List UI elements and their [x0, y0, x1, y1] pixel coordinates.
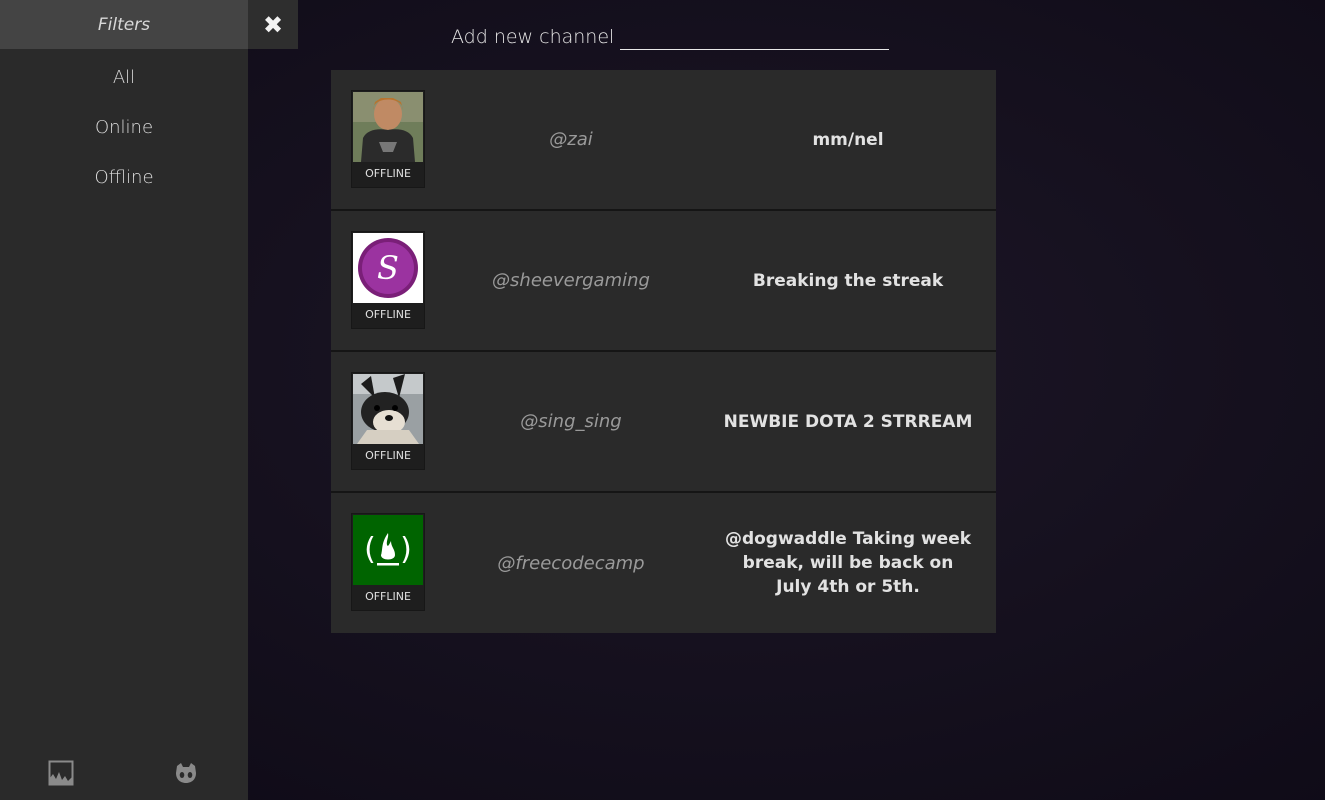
- status-badge: OFFLINE: [365, 449, 411, 462]
- filter-online[interactable]: Online: [0, 102, 248, 152]
- channel-title: mm/nel: [812, 129, 884, 150]
- portfolio-icon[interactable]: [48, 760, 74, 786]
- channel-logo-box[interactable]: OFFLINE: [351, 372, 425, 470]
- freecodecamp-logo: ( ): [353, 515, 423, 585]
- filters-title: Filters: [97, 14, 151, 35]
- svg-text:): ): [400, 532, 412, 567]
- close-sidebar-button[interactable]: ✖: [248, 0, 298, 49]
- channel-row[interactable]: OFFLINE @sing_sing NEWBIE DOTA 2 STRREAM: [331, 352, 996, 493]
- svg-text:S: S: [377, 249, 399, 287]
- channel-logo-box[interactable]: ( ) OFFLINE: [351, 513, 425, 611]
- channel-row[interactable]: ( ) OFFLINE @freecodecamp @dogwaddle Tak…: [331, 493, 996, 633]
- channel-list: OFFLINE @zai mm/nel S OFFLINE @sheeverga…: [331, 70, 996, 633]
- github-icon[interactable]: [173, 760, 199, 786]
- filter-offline[interactable]: Offline: [0, 152, 248, 202]
- sheever-logo: S: [353, 233, 423, 303]
- channel-row[interactable]: OFFLINE @zai mm/nel: [331, 70, 996, 211]
- status-badge: OFFLINE: [365, 167, 411, 180]
- channel-title: @dogwaddle Taking week break, will be ba…: [724, 529, 972, 597]
- channel-handle[interactable]: @sheevergaming: [471, 211, 671, 350]
- channel-row[interactable]: S OFFLINE @sheevergaming Breaking the st…: [331, 211, 996, 352]
- channel-handle[interactable]: @sing_sing: [471, 352, 671, 491]
- channel-title: Breaking the streak: [752, 270, 944, 291]
- status-badge: OFFLINE: [365, 308, 411, 321]
- channel-handle[interactable]: @freecodecamp: [471, 493, 671, 633]
- add-channel-input[interactable]: [620, 24, 890, 50]
- status-badge: OFFLINE: [365, 590, 411, 603]
- zai-avatar: [353, 92, 423, 162]
- dog-avatar: [353, 374, 423, 444]
- channel-logo-box[interactable]: S OFFLINE: [351, 231, 425, 329]
- channel-title: NEWBIE DOTA 2 STRREAM: [723, 411, 973, 432]
- channel-logo-box[interactable]: OFFLINE: [351, 90, 425, 188]
- channel-handle[interactable]: @zai: [471, 70, 671, 209]
- add-channel-form: Add new channel: [451, 22, 890, 50]
- filter-list: All Online Offline: [0, 52, 248, 202]
- filters-header: Filters: [0, 0, 248, 49]
- sidebar-footer: [0, 760, 248, 786]
- close-icon: ✖: [262, 10, 284, 39]
- add-channel-label: Add new channel: [451, 26, 615, 48]
- svg-text:(: (: [364, 532, 376, 567]
- filter-all[interactable]: All: [0, 52, 248, 102]
- sidebar: Filters All Online Offline: [0, 0, 248, 800]
